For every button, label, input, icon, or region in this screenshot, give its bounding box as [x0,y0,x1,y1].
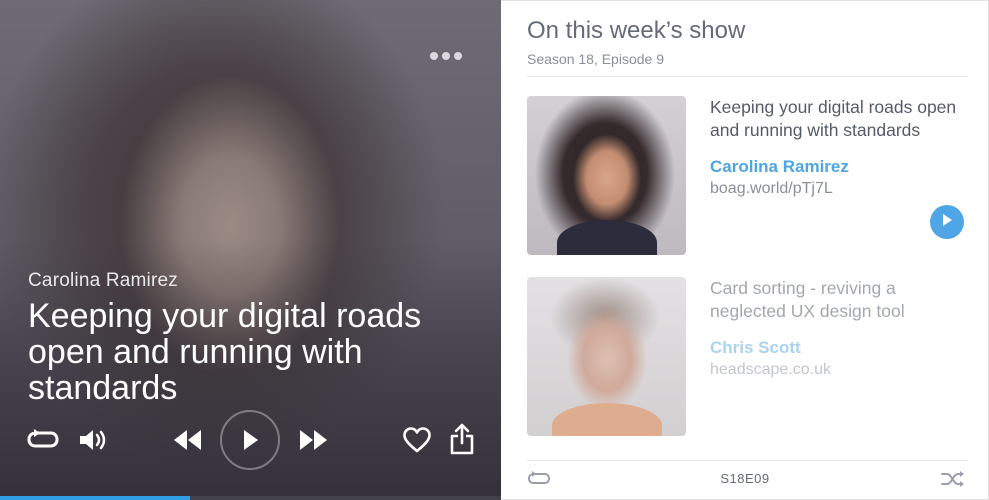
play-icon [242,430,258,450]
divider [527,76,968,77]
shuffle-icon[interactable] [941,471,965,492]
episode-play-button[interactable] [930,205,964,239]
now-playing-artist: Carolina Ramirez [28,270,178,291]
panel-title: On this week’s show [527,17,746,44]
episode-guest[interactable]: Carolina Ramirez [710,157,849,177]
repeat-icon[interactable] [27,428,59,452]
more-dots-icon[interactable] [430,50,462,62]
rewind-icon[interactable] [174,429,202,451]
episode-card[interactable]: Card sorting - reviving a neglected UX d… [527,277,968,437]
share-icon[interactable] [449,422,475,456]
episode-guest[interactable]: Chris Scott [710,338,801,358]
now-playing-player: Carolina Ramirez Keeping your digital ro… [0,0,501,500]
volume-icon[interactable] [78,427,108,453]
episode-link[interactable]: boag.world/pTj7L [710,180,833,198]
fast-forward-icon[interactable] [299,429,327,451]
episode-card[interactable]: Keeping your digital roads open and runn… [527,96,968,256]
divider [527,460,968,461]
play-icon [942,213,952,231]
now-playing-title: Keeping your digital roads open and runn… [28,297,422,407]
episode-code: S18E09 [720,471,770,486]
episode-panel: On this week’s show Season 18, Episode 9… [501,0,989,500]
episode-title: Keeping your digital roads open and runn… [710,97,957,140]
panel-subtitle: Season 18, Episode 9 [527,51,664,67]
episode-title: Card sorting - reviving a neglected UX d… [710,278,905,321]
playback-controls [0,408,501,472]
progress-fill [0,496,191,500]
progress-bar[interactable] [0,496,501,500]
guest-photo [527,277,686,436]
episode-link[interactable]: headscape.co.uk [710,361,831,379]
guest-photo [527,96,686,255]
play-button[interactable] [220,410,280,470]
heart-icon[interactable] [402,426,432,454]
